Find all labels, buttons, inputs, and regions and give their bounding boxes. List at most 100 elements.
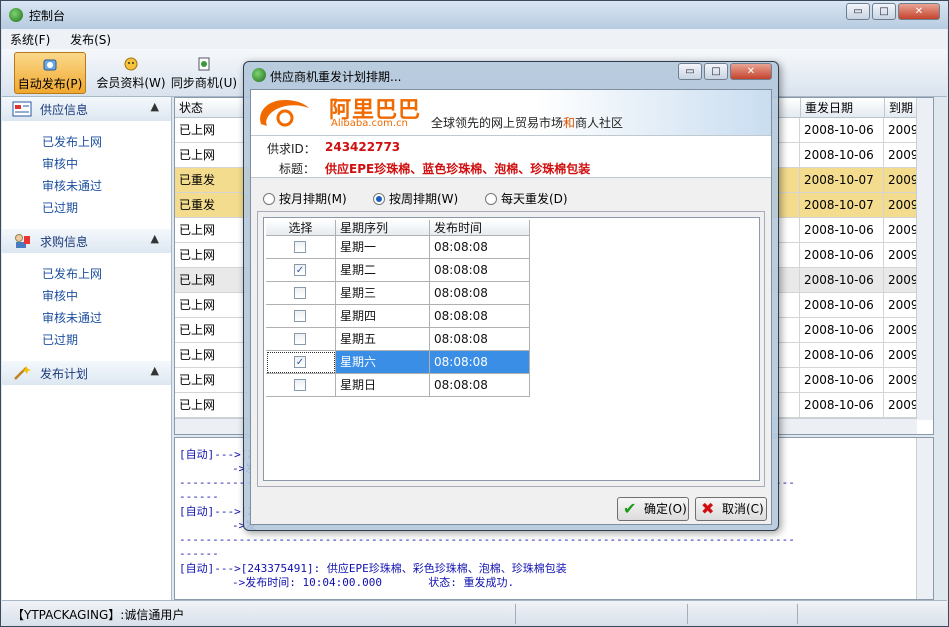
row-expire-cell[interactable]: 2009 bbox=[884, 318, 919, 343]
section-purchase[interactable]: 求购信息 ▲ bbox=[2, 229, 171, 253]
section-supply-title: 供应信息 bbox=[40, 103, 89, 117]
row-expire-cell[interactable]: 2009 bbox=[884, 118, 919, 143]
chevron-up-icon[interactable]: ▲ bbox=[151, 232, 159, 245]
column-header-time: 发布时间 bbox=[430, 220, 530, 236]
row-status-cell[interactable]: 已上网 bbox=[175, 268, 250, 293]
row-expire-cell[interactable]: 2009 bbox=[884, 343, 919, 368]
purchase-icon bbox=[15, 234, 30, 248]
radio-weekly[interactable]: 按周排期(W) bbox=[373, 190, 458, 207]
weekday-cell[interactable]: 星期五 bbox=[336, 328, 430, 351]
dialog-minimize-button[interactable]: ▭ bbox=[678, 63, 702, 80]
purchase-rejected[interactable]: 审核未通过 bbox=[2, 307, 171, 329]
weekday-cell[interactable]: 星期日 bbox=[336, 374, 430, 397]
row-redate-cell[interactable]: 2008-10-06 bbox=[800, 218, 884, 243]
row-redate-cell[interactable]: 2008-10-06 bbox=[800, 318, 884, 343]
row-status-cell[interactable]: 已上网 bbox=[175, 218, 250, 243]
row-redate-cell[interactable]: 2008-10-06 bbox=[800, 243, 884, 268]
day-checkbox[interactable] bbox=[294, 241, 306, 253]
close-button[interactable]: ✕ bbox=[898, 3, 940, 20]
row-status-cell[interactable]: 已上网 bbox=[175, 143, 250, 168]
minimize-button[interactable]: ▭ bbox=[846, 3, 870, 20]
weekday-cell[interactable]: 星期六 bbox=[336, 351, 430, 374]
section-supply[interactable]: 供应信息 ▲ bbox=[2, 97, 171, 121]
row-redate-cell[interactable]: 2008-10-06 bbox=[800, 293, 884, 318]
time-cell[interactable]: 08:08:08 bbox=[430, 305, 530, 328]
row-status-cell[interactable]: 已重发 bbox=[175, 193, 250, 218]
row-redate-cell[interactable]: 2008-10-06 bbox=[800, 368, 884, 393]
row-expire-cell[interactable]: 2009 bbox=[884, 293, 919, 318]
time-cell[interactable]: 08:08:08 bbox=[430, 236, 530, 259]
weekday-cell[interactable]: 星期二 bbox=[336, 259, 430, 282]
day-checkbox[interactable] bbox=[294, 310, 306, 322]
menu-system[interactable]: 系统(F) bbox=[2, 29, 58, 50]
row-redate-cell[interactable]: 2008-10-06 bbox=[800, 268, 884, 293]
sync-opportunity-button[interactable]: 同步商机(U) bbox=[170, 52, 238, 94]
schedule-table-area: 选择 星期序列 发布时间 星期一 08:08:08 ✓ 星期二 08:08:08 星期三 0… bbox=[263, 217, 760, 481]
time-cell[interactable]: 08:08:08 bbox=[430, 351, 530, 374]
column-header-redate[interactable]: 重发日期 bbox=[800, 98, 884, 118]
ok-button[interactable]: ✔ 确定(O) bbox=[617, 497, 689, 521]
row-expire-cell[interactable]: 2009 bbox=[884, 193, 919, 218]
chevron-up-icon[interactable]: ▲ bbox=[151, 364, 159, 377]
grid-vertical-scrollbar[interactable] bbox=[916, 98, 933, 420]
row-redate-cell[interactable]: 2008-10-07 bbox=[800, 193, 884, 218]
day-checkbox[interactable] bbox=[294, 333, 306, 345]
row-expire-cell[interactable]: 2009 bbox=[884, 243, 919, 268]
dialog-close-button[interactable]: ✕ bbox=[730, 63, 772, 80]
row-expire-cell[interactable]: 2009 bbox=[884, 143, 919, 168]
cancel-button[interactable]: ✖ 取消(C) bbox=[695, 497, 767, 521]
row-redate-cell[interactable]: 2008-10-07 bbox=[800, 168, 884, 193]
row-status-cell[interactable]: 已上网 bbox=[175, 368, 250, 393]
column-header-expire[interactable]: 到期时 bbox=[884, 98, 918, 118]
row-status-cell[interactable]: 已上网 bbox=[175, 393, 250, 418]
purchase-reviewing[interactable]: 审核中 bbox=[2, 285, 171, 307]
log-scrollbar[interactable] bbox=[916, 438, 933, 599]
menu-publish[interactable]: 发布(S) bbox=[62, 29, 119, 50]
column-header-status[interactable]: 状态 bbox=[175, 98, 250, 118]
offer-id-label: 供求ID： bbox=[267, 142, 316, 156]
row-redate-cell[interactable]: 2008-10-06 bbox=[800, 143, 884, 168]
row-redate-cell[interactable]: 2008-10-06 bbox=[800, 118, 884, 143]
row-status-cell[interactable]: 已上网 bbox=[175, 318, 250, 343]
member-info-button[interactable]: 会员资料(W) bbox=[96, 52, 166, 94]
row-expire-cell[interactable]: 2009 bbox=[884, 168, 919, 193]
weekday-cell[interactable]: 星期一 bbox=[336, 236, 430, 259]
purchase-expired[interactable]: 已过期 bbox=[2, 329, 171, 351]
offer-info: 供求ID： 243422773 标题： 供应EPE珍珠棉、蓝色珍珠棉、泡棉、珍珠… bbox=[251, 136, 771, 178]
day-checkbox[interactable]: ✓ bbox=[294, 356, 306, 368]
maximize-button[interactable]: □ bbox=[872, 3, 896, 20]
radio-monthly[interactable]: 按月排期(M) bbox=[263, 190, 347, 207]
weekday-cell[interactable]: 星期三 bbox=[336, 282, 430, 305]
row-status-cell[interactable]: 已上网 bbox=[175, 243, 250, 268]
time-cell[interactable]: 08:08:08 bbox=[430, 374, 530, 397]
supply-expired[interactable]: 已过期 bbox=[2, 197, 171, 219]
chevron-up-icon[interactable]: ▲ bbox=[151, 100, 159, 113]
dialog-maximize-button[interactable]: □ bbox=[704, 63, 728, 80]
row-expire-cell[interactable]: 2009 bbox=[884, 268, 919, 293]
time-cell[interactable]: 08:08:08 bbox=[430, 328, 530, 351]
day-checkbox[interactable] bbox=[294, 379, 306, 391]
status-bar: 【YTPACKAGING】:诚信通用户 bbox=[2, 600, 947, 626]
supply-reviewing[interactable]: 审核中 bbox=[2, 153, 171, 175]
row-expire-cell[interactable]: 2009 bbox=[884, 393, 919, 418]
auto-publish-button[interactable]: 自动发布(P) bbox=[14, 52, 86, 94]
time-cell[interactable]: 08:08:08 bbox=[430, 259, 530, 282]
row-redate-cell[interactable]: 2008-10-06 bbox=[800, 393, 884, 418]
weekday-cell[interactable]: 星期四 bbox=[336, 305, 430, 328]
row-expire-cell[interactable]: 2009 bbox=[884, 368, 919, 393]
section-plan[interactable]: 发布计划 ▲ bbox=[2, 361, 171, 385]
row-status-cell[interactable]: 已重发 bbox=[175, 168, 250, 193]
day-checkbox[interactable]: ✓ bbox=[294, 264, 306, 276]
row-status-cell[interactable]: 已上网 bbox=[175, 343, 250, 368]
radio-daily[interactable]: 每天重发(D) bbox=[485, 190, 568, 207]
row-status-cell[interactable]: 已上网 bbox=[175, 118, 250, 143]
time-cell[interactable]: 08:08:08 bbox=[430, 282, 530, 305]
supply-published[interactable]: 已发布上网 bbox=[2, 131, 171, 153]
row-expire-cell[interactable]: 2009 bbox=[884, 218, 919, 243]
supply-rejected[interactable]: 审核未通过 bbox=[2, 175, 171, 197]
day-checkbox[interactable] bbox=[294, 287, 306, 299]
window-title: 控制台 bbox=[29, 9, 66, 23]
row-status-cell[interactable]: 已上网 bbox=[175, 293, 250, 318]
row-redate-cell[interactable]: 2008-10-06 bbox=[800, 343, 884, 368]
purchase-published[interactable]: 已发布上网 bbox=[2, 263, 171, 285]
